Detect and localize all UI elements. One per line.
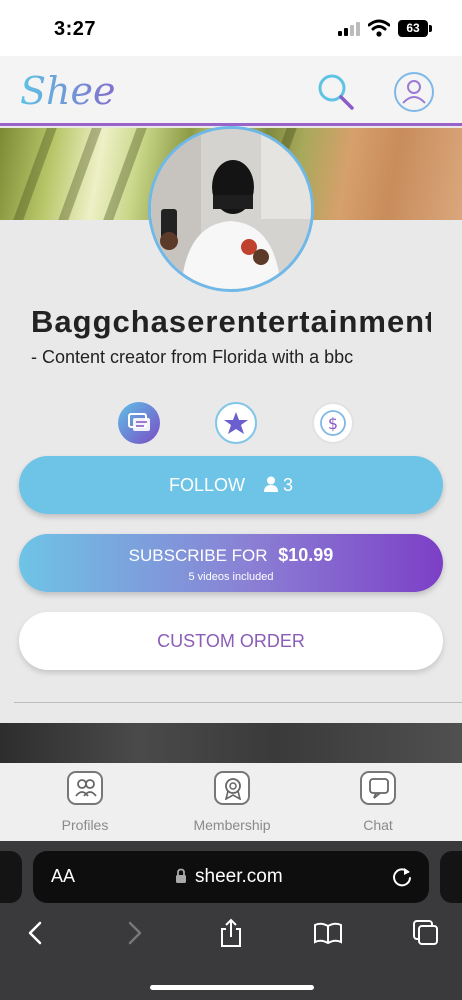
- user-icon: [264, 476, 278, 492]
- custom-order-button[interactable]: CUSTOM ORDER: [19, 612, 443, 670]
- chat-icon: [360, 771, 396, 805]
- account-icon[interactable]: [392, 70, 436, 114]
- url-text: sheer.com: [195, 866, 283, 887]
- nav-item-profiles[interactable]: Profiles: [25, 769, 145, 839]
- browser-toolbar: AA sheer.com: [0, 841, 462, 1000]
- profile-username: Baggchaserentertainment: [31, 304, 431, 339]
- next-tab-peek[interactable]: [440, 851, 462, 903]
- previous-tab-peek[interactable]: [0, 851, 22, 903]
- membership-icon: [214, 771, 250, 805]
- lock-icon: [176, 868, 186, 883]
- nav-label-membership: Membership: [193, 817, 271, 833]
- avatar-photo: [151, 129, 311, 289]
- posts-tab-button[interactable]: [118, 402, 160, 444]
- profile-avatar[interactable]: [148, 126, 314, 292]
- star-icon: [224, 412, 248, 434]
- svg-text:$: $: [328, 414, 338, 433]
- subscribe-note: 5 videos included: [188, 571, 274, 583]
- address-bar[interactable]: AA sheer.com: [33, 851, 429, 903]
- reload-icon[interactable]: [391, 865, 413, 889]
- content-preview-strip: [0, 723, 462, 763]
- follower-count: 3: [264, 475, 293, 495]
- status-time: 3:27: [54, 18, 97, 40]
- app-header: Sheer: [0, 56, 462, 126]
- nav-item-chat[interactable]: Chat: [318, 769, 438, 839]
- forward-icon[interactable]: [118, 917, 150, 949]
- tabs-icon[interactable]: [410, 917, 442, 949]
- home-indicator: [150, 985, 314, 990]
- subscribe-line: SUBSCRIBE FOR $10.99: [19, 545, 443, 566]
- svg-text:Sheer: Sheer: [20, 69, 118, 113]
- nav-label-chat: Chat: [363, 817, 393, 833]
- cellular-signal-icon: [338, 22, 362, 36]
- section-divider: [14, 702, 462, 703]
- sheer-logo[interactable]: Sheer: [18, 60, 118, 120]
- chat-bubbles-icon: [128, 413, 150, 431]
- reader-settings-button[interactable]: AA: [51, 866, 75, 887]
- follower-count-value: 3: [283, 475, 294, 495]
- follow-button[interactable]: FOLLOW 3: [19, 456, 443, 514]
- nav-item-membership[interactable]: Membership: [172, 769, 292, 839]
- search-icon[interactable]: [314, 70, 358, 114]
- favorites-tab-button[interactable]: [215, 402, 257, 444]
- bookmarks-icon[interactable]: [312, 917, 344, 949]
- tips-tab-button[interactable]: $: [312, 402, 354, 444]
- profiles-icon: [67, 771, 103, 805]
- wifi-icon: [368, 19, 390, 37]
- subscribe-label: SUBSCRIBE FOR: [128, 546, 268, 565]
- profile-bio: - Content creator from Florida with a bb…: [31, 347, 354, 367]
- follow-label: FOLLOW: [168, 475, 245, 495]
- bottom-nav: Profiles Membership Chat: [0, 763, 462, 841]
- subscribe-button[interactable]: SUBSCRIBE FOR $10.99 5 videos included: [19, 534, 443, 592]
- subscribe-price: $10.99: [278, 545, 334, 565]
- battery-nub: [429, 25, 432, 32]
- dollar-icon: $: [320, 410, 346, 436]
- share-icon[interactable]: [215, 917, 247, 949]
- nav-label-profiles: Profiles: [61, 817, 109, 833]
- status-bar: 3:27 63: [0, 0, 462, 56]
- back-icon[interactable]: [20, 917, 52, 949]
- battery-icon: 63: [398, 20, 428, 37]
